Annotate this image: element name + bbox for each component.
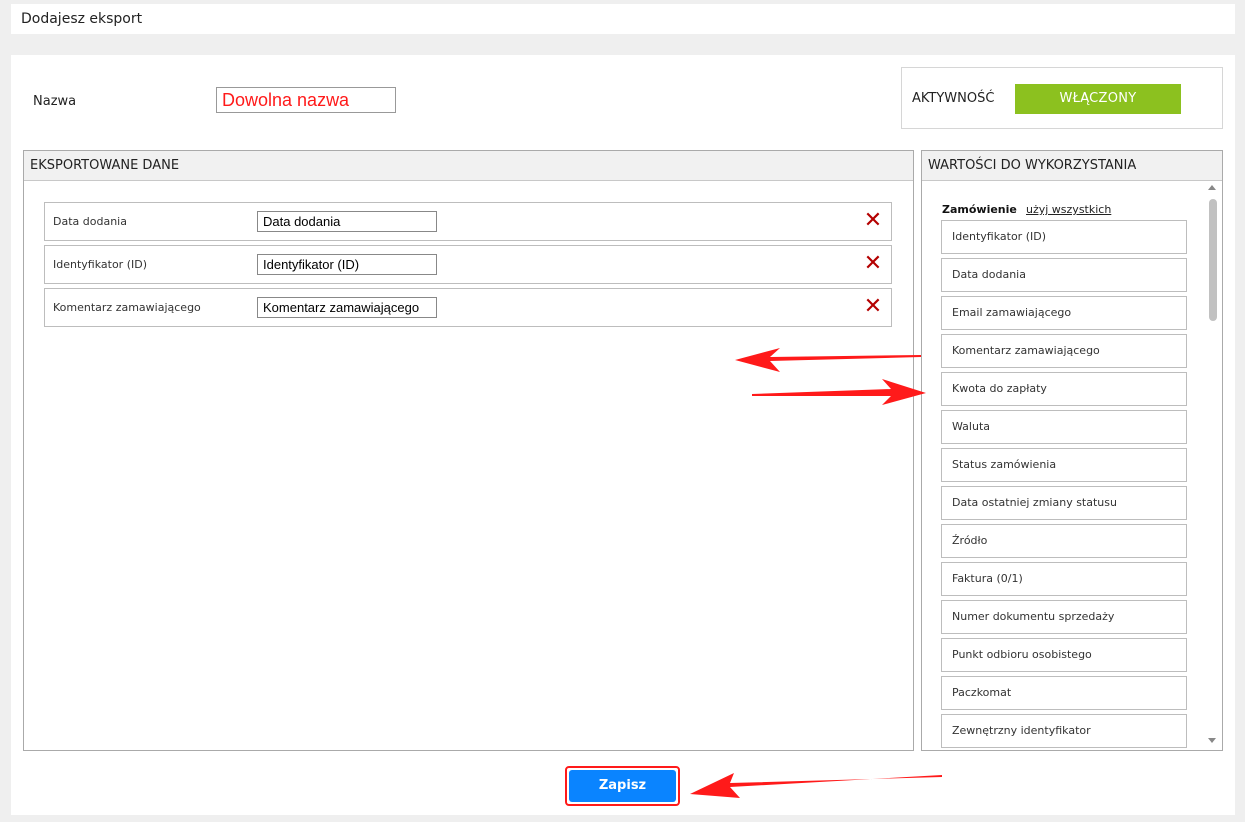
- available-values-title: WARTOŚCI DO WYKORZYSTANIA: [922, 151, 1222, 181]
- use-all-link[interactable]: użyj wszystkich: [1026, 203, 1111, 216]
- delete-icon[interactable]: ✕: [863, 253, 883, 275]
- exported-row: Data dodania Data dodania ✕: [44, 202, 892, 241]
- exported-data-panel: EKSPORTOWANE DANE Data dodania Data doda…: [23, 150, 914, 751]
- value-item[interactable]: Identyfikator (ID): [941, 220, 1187, 254]
- exported-row: Komentarz zamawiającego Komentarz zamawi…: [44, 288, 892, 327]
- page-title: Dodajesz eksport: [21, 11, 143, 27]
- activity-label: AKTYWNOŚĆ: [912, 91, 995, 106]
- group-title: Zamówienie: [942, 203, 1017, 216]
- activity-box: AKTYWNOŚĆ WŁĄCZONY: [901, 67, 1223, 129]
- value-item[interactable]: Punkt odbioru osobistego: [941, 638, 1187, 672]
- value-item[interactable]: Paczkomat: [941, 676, 1187, 710]
- exported-row-input[interactable]: Komentarz zamawiającego: [257, 297, 437, 318]
- available-values-list: Zamówienie użyj wszystkich Identyfikator…: [922, 181, 1222, 750]
- value-item[interactable]: Źródło: [941, 524, 1187, 558]
- delete-icon[interactable]: ✕: [863, 296, 883, 318]
- export-form: Nazwa Dowolna nazwa AKTYWNOŚĆ WŁĄCZONY E…: [11, 55, 1235, 815]
- name-label: Nazwa: [33, 94, 77, 109]
- exported-row-input[interactable]: Data dodania: [257, 211, 437, 232]
- value-item[interactable]: Numer dokumentu sprzedaży: [941, 600, 1187, 634]
- value-item[interactable]: Komentarz zamawiającego: [941, 334, 1187, 368]
- value-item[interactable]: Waluta: [941, 410, 1187, 444]
- scrollbar[interactable]: [1204, 181, 1220, 750]
- page-header: Dodajesz eksport: [11, 4, 1235, 34]
- exported-row-input[interactable]: Identyfikator (ID): [257, 254, 437, 275]
- value-item[interactable]: Status zamówienia: [941, 448, 1187, 482]
- exported-data-title: EKSPORTOWANE DANE: [24, 151, 913, 181]
- save-button[interactable]: Zapisz: [569, 770, 676, 802]
- available-values-panel: WARTOŚCI DO WYKORZYSTANIA Zamówienie uży…: [921, 150, 1223, 751]
- value-item[interactable]: Email zamawiającego: [941, 296, 1187, 330]
- value-item[interactable]: Faktura (0/1): [941, 562, 1187, 596]
- value-item[interactable]: Zewnętrzny identyfikator: [941, 714, 1187, 748]
- activity-toggle[interactable]: WŁĄCZONY: [1015, 84, 1181, 114]
- value-item[interactable]: Data dodania: [941, 258, 1187, 292]
- exported-row: Identyfikator (ID) Identyfikator (ID) ✕: [44, 245, 892, 284]
- value-item[interactable]: Data ostatniej zmiany statusu: [941, 486, 1187, 520]
- scroll-up-icon[interactable]: [1208, 185, 1216, 190]
- value-item[interactable]: Kwota do zapłaty: [941, 372, 1187, 406]
- delete-icon[interactable]: ✕: [863, 210, 883, 232]
- scroll-thumb[interactable]: [1209, 199, 1217, 321]
- exported-row-label: Komentarz zamawiającego: [53, 301, 201, 314]
- scroll-down-icon[interactable]: [1208, 738, 1216, 743]
- exported-row-label: Data dodania: [53, 215, 127, 228]
- exported-row-label: Identyfikator (ID): [53, 258, 147, 271]
- name-input[interactable]: Dowolna nazwa: [216, 87, 396, 113]
